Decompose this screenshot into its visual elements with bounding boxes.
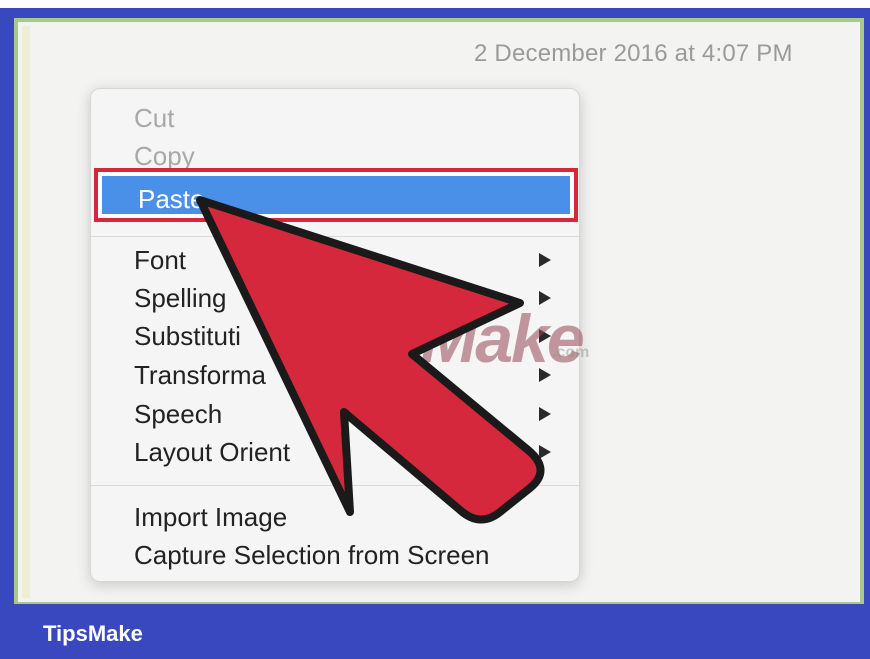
footer-brand: TipsMake (43, 621, 143, 646)
footer-bar: TipsMake (0, 604, 870, 659)
red-pointer-arrow-icon (196, 196, 545, 524)
